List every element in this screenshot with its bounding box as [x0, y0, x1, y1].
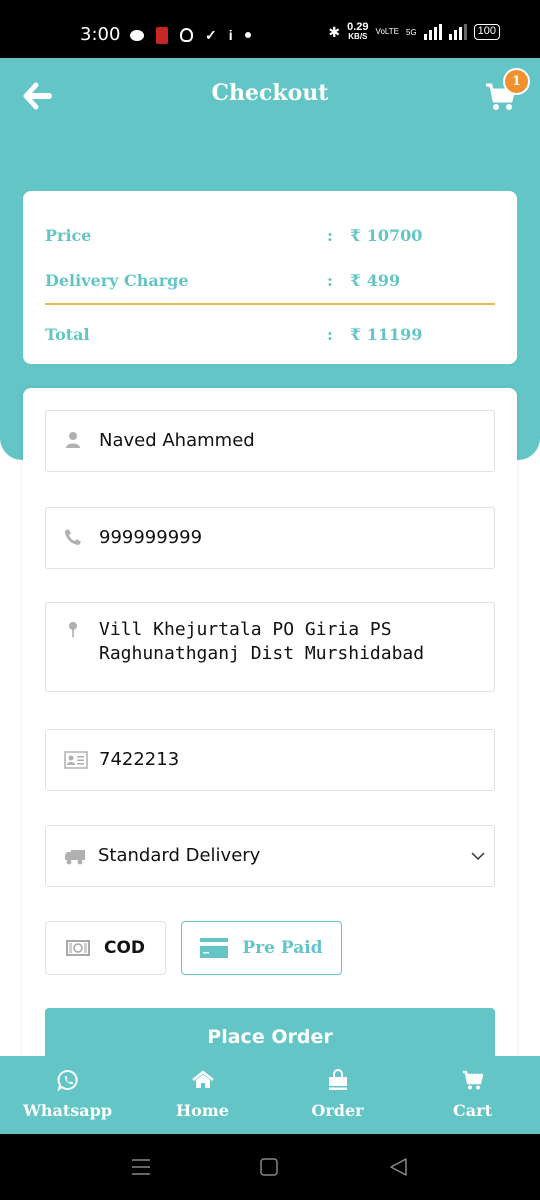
whatsapp-icon [56, 1070, 78, 1091]
network-speed: 0.29 KB/S [347, 22, 368, 42]
notification-icons: ✓ i [130, 24, 251, 46]
bottom-navigation: Whatsapp Home Order Cart [0, 1056, 540, 1134]
more-notifications-dot-icon [244, 32, 251, 38]
back-system-icon[interactable] [388, 1156, 410, 1178]
nav-item-cart[interactable]: Cart [405, 1056, 540, 1134]
volte-indicator: VoLTE [375, 27, 399, 36]
check-notification-icon: ✓ [205, 26, 217, 43]
phone-field[interactable]: 999999999 [45, 507, 495, 569]
italic-i-notification-icon: i [228, 27, 233, 43]
user-icon [66, 432, 80, 448]
credit-card-icon [200, 938, 229, 958]
nav-item-home[interactable]: Home [135, 1056, 270, 1134]
app-notification-icon [156, 26, 168, 44]
nav-label: Cart [453, 1101, 492, 1120]
address-field[interactable]: Vill Khejurtala PO Giria PS Raghunathgan… [45, 602, 495, 692]
network-speed-unit: KB/S [348, 32, 368, 41]
pincode-value: 7422213 [99, 749, 180, 770]
cash-icon [65, 940, 90, 956]
payment-option-cod[interactable]: COD [45, 921, 166, 975]
nav-item-order[interactable]: Order [270, 1056, 405, 1134]
delivery-type-value: Standard Delivery [98, 845, 261, 866]
bluetooth-icon: ✱ [328, 23, 341, 40]
status-bar: 3:00 ✓ i ✱ 0.29 KB/S VoLTE 5G 100 [0, 0, 540, 58]
payment-option-label: COD [103, 938, 146, 958]
nav-label: Order [311, 1101, 364, 1120]
summary-label: Delivery Charge [45, 271, 189, 290]
phone-value: 999999999 [99, 527, 203, 548]
battery-icon: 100 [473, 24, 500, 40]
signal-icon-sim1 [423, 24, 442, 40]
nav-label: Home [176, 1101, 229, 1120]
recent-apps-icon[interactable] [130, 1156, 152, 1178]
summary-label: Total [45, 325, 90, 344]
name-field[interactable]: Naved Ahammed [45, 410, 495, 472]
summary-separator: : [327, 325, 333, 344]
signal-icon-sim2 [448, 24, 467, 40]
id-card-icon [64, 751, 88, 769]
system-indicators: ✱ 0.29 KB/S VoLTE 5G 100 [328, 22, 500, 42]
summary-value: ₹ 11199 [350, 325, 423, 344]
map-pin-icon [68, 621, 78, 638]
cart-count-badge: 1 [503, 68, 530, 95]
nav-item-whatsapp[interactable]: Whatsapp [0, 1056, 135, 1134]
summary-separator: : [327, 271, 333, 290]
truck-icon [65, 850, 85, 865]
payment-option-label: Pre Paid [242, 938, 323, 958]
delivery-type-select[interactable]: Standard Delivery [45, 825, 495, 887]
summary-value: ₹ 499 [350, 271, 401, 290]
home-icon [191, 1070, 214, 1088]
chat-notification-icon [130, 29, 144, 41]
trophy-notification-icon [180, 28, 193, 42]
summary-separator: : [327, 226, 333, 245]
phone-icon [65, 529, 81, 545]
payment-option-prepaid[interactable]: Pre Paid [181, 921, 342, 975]
page-title: Checkout [211, 80, 329, 106]
pincode-field[interactable]: 7422213 [45, 729, 495, 791]
status-time: 3:00 [80, 24, 121, 45]
order-summary-card: Price : ₹ 10700 Delivery Charge : ₹ 499 … [23, 191, 517, 364]
summary-value: ₹ 10700 [350, 226, 423, 245]
name-value: Naved Ahammed [99, 430, 255, 451]
home-system-icon[interactable] [258, 1156, 280, 1178]
network-type: 5G [405, 27, 417, 37]
nav-label: Whatsapp [22, 1101, 113, 1120]
system-navigation-bar [0, 1134, 540, 1200]
summary-divider [45, 303, 495, 305]
address-value: Vill Khejurtala PO Giria PS Raghunathgan… [99, 619, 425, 664]
summary-label: Price [45, 226, 92, 245]
shopping-bag-icon [328, 1069, 347, 1090]
cart-icon [462, 1070, 483, 1090]
chevron-down-icon [471, 852, 485, 861]
